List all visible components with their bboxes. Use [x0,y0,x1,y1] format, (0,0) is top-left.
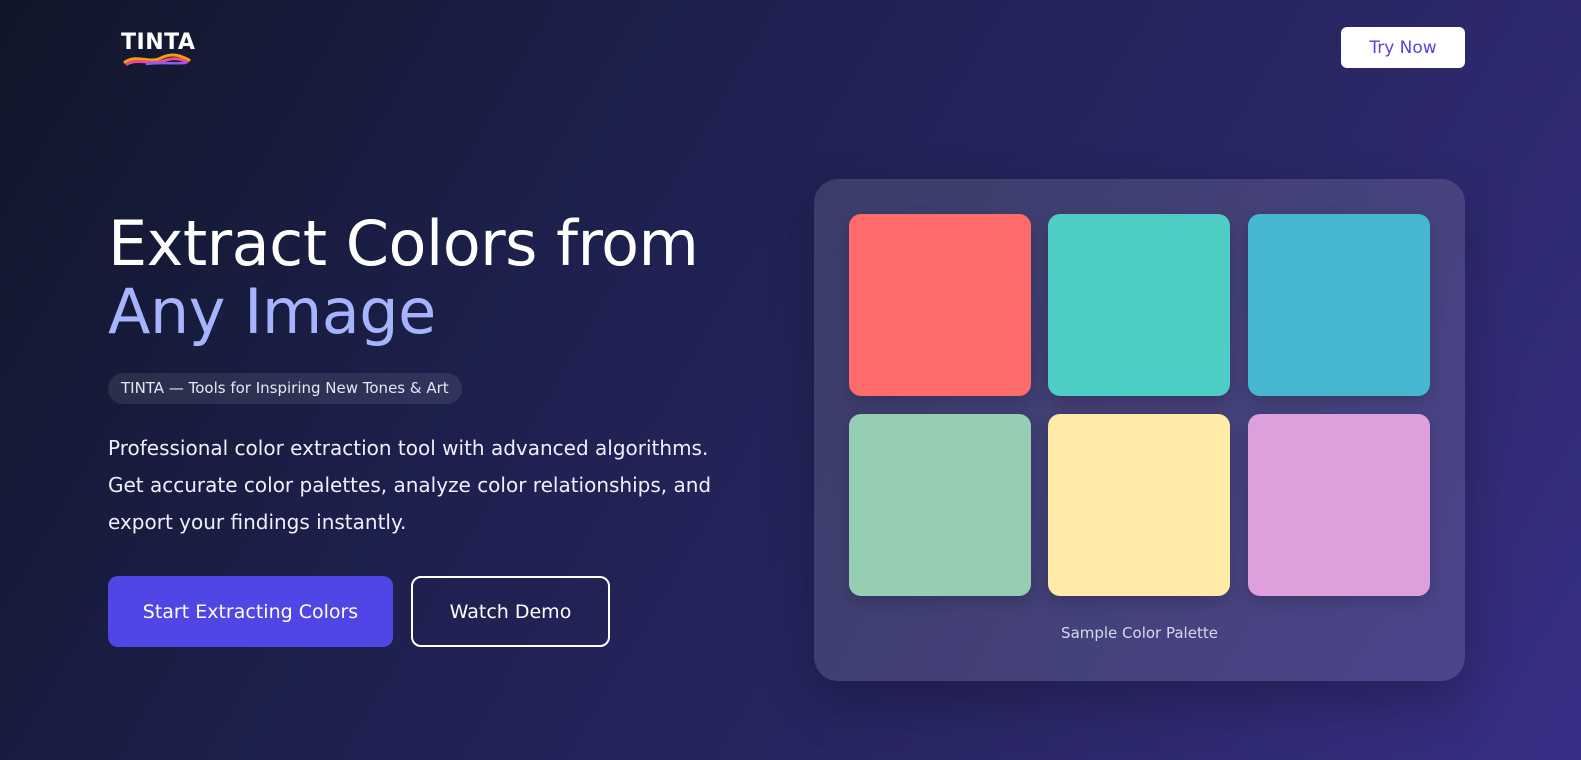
start-extracting-button[interactable]: Start Extracting Colors [108,576,393,647]
hero-title-line1: Extract Colors from [108,207,699,280]
logo[interactable]: TINTA [121,30,211,66]
sample-palette-card: Sample Color Palette [814,179,1465,681]
palette-swatch[interactable] [849,414,1031,596]
palette-swatch[interactable] [1248,414,1430,596]
hero-title-highlight: Any Image [108,275,436,348]
hero-title: Extract Colors from Any Image [108,207,699,348]
logo-swoosh-icon [123,53,191,66]
palette-swatch[interactable] [1048,214,1230,396]
try-now-button[interactable]: Try Now [1341,27,1465,68]
tagline-badge: TINTA — Tools for Inspiring New Tones & … [108,373,462,404]
palette-swatch[interactable] [1248,214,1430,396]
palette-swatch[interactable] [849,214,1031,396]
palette-swatch[interactable] [1048,414,1230,596]
palette-caption: Sample Color Palette [1061,624,1218,642]
hero-description: Professional color extraction tool with … [108,436,712,534]
watch-demo-button[interactable]: Watch Demo [411,576,610,647]
